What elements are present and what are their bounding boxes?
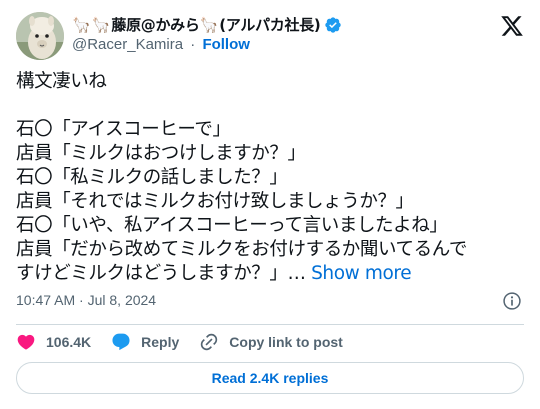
- alpaca-emoji-icon: 🦙: [91, 15, 111, 34]
- divider: [16, 324, 524, 325]
- read-replies-button[interactable]: Read 2.4K replies: [16, 362, 524, 394]
- tweet-line: 店員「それではミルクお付け致しましょうか？」: [16, 191, 414, 212]
- tweet-line: 店員「ミルクはおつけしますか？」: [16, 143, 306, 164]
- alpaca-emoji-icon: 🦙: [199, 15, 219, 34]
- tweet-line-text: すけどミルクはどうしますか？」…: [16, 263, 312, 284]
- like-count: 106.4K: [46, 334, 92, 350]
- reply-button[interactable]: Reply: [111, 332, 179, 352]
- verified-badge-icon: [324, 16, 342, 34]
- tweet-header: 🦙 🦙 藤原@かみら 🦙 (アルパカ社長) @Racer_Kamira · Fo…: [16, 12, 524, 60]
- author-handle[interactable]: @Racer_Kamira: [72, 36, 183, 53]
- like-button[interactable]: 106.4K: [16, 332, 91, 352]
- author-handle-row: @Racer_Kamira · Follow: [72, 36, 250, 53]
- tweet-line: 石〇「私ミルクの話しました？」: [16, 167, 288, 188]
- tweet-line: 石〇「アイスコーヒーで」: [16, 119, 231, 140]
- reply-label: Reply: [141, 334, 180, 350]
- author-name-row[interactable]: 🦙 🦙 藤原@かみら 🦙 (アルパカ社長): [72, 14, 342, 35]
- tweet-timestamp[interactable]: 10:47 AM · Jul 8, 2024: [16, 292, 156, 308]
- tweet-line: 石〇「いや、私アイスコーヒーって言いましたよね」: [16, 215, 448, 236]
- tweet-card: 🦙 🦙 藤原@かみら 🦙 (アルパカ社長) @Racer_Kamira · Fo…: [0, 0, 540, 409]
- link-icon: [201, 333, 218, 351]
- show-more-link[interactable]: Show more: [311, 263, 412, 284]
- heart-icon: [17, 334, 35, 350]
- alpaca-emoji-icon: 🦙: [72, 15, 91, 34]
- separator-dot: ·: [190, 36, 196, 53]
- x-logo-icon[interactable]: [500, 14, 524, 38]
- author-display-name-suffix[interactable]: (アルパカ社長): [219, 14, 320, 35]
- reply-bubble-icon: [112, 333, 130, 351]
- tweet-line: 構文凄いね: [16, 71, 107, 92]
- copy-link-label: Copy link to post: [229, 334, 343, 350]
- follow-button[interactable]: Follow: [202, 36, 250, 53]
- tweet-line: [16, 94, 528, 118]
- action-bar: 106.4K Reply Copy link to post: [16, 330, 363, 354]
- avatar[interactable]: [16, 12, 64, 60]
- author-display-name[interactable]: 藤原@かみら: [111, 14, 200, 35]
- alpaca-avatar-image: [16, 12, 64, 60]
- tweet-body: 構文凄いね 石〇「アイスコーヒーで」 店員「ミルクはおつけしますか？」 石〇「私…: [16, 70, 528, 286]
- info-icon[interactable]: [502, 291, 522, 311]
- copy-link-button[interactable]: Copy link to post: [199, 332, 343, 352]
- tweet-line-last: すけどミルクはどうしますか？」… Show more: [16, 262, 528, 286]
- tweet-line: 店員「だから改めてミルクをお付けするか聞いてるんで: [16, 239, 468, 260]
